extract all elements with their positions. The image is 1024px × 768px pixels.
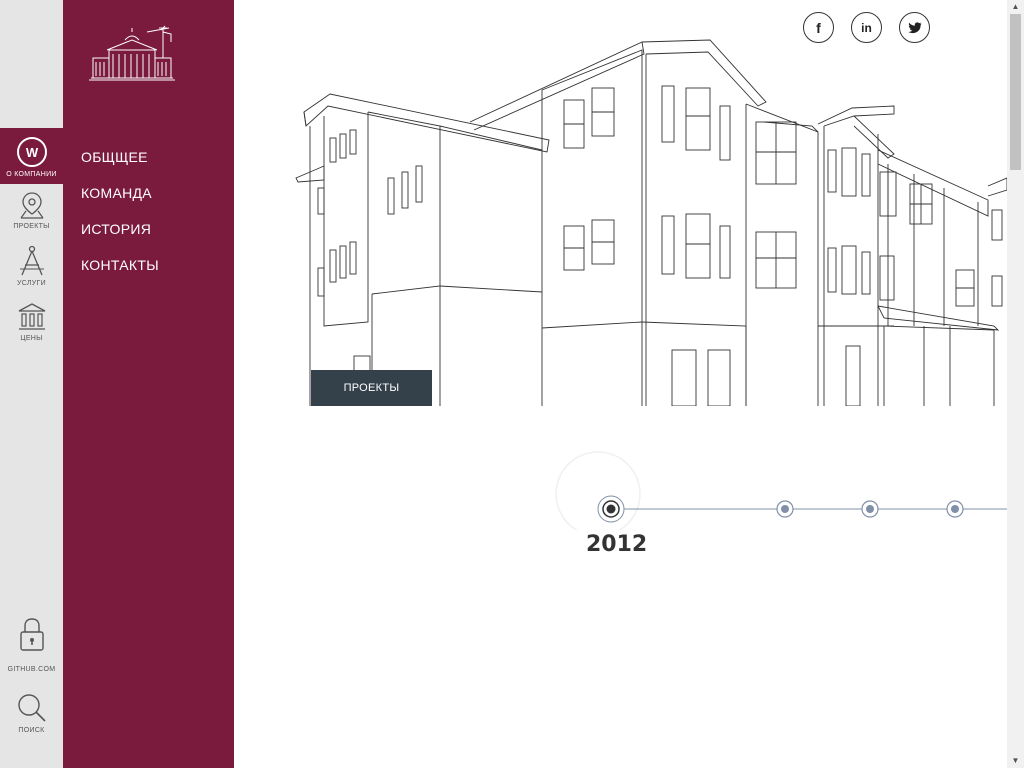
company-logo-icon: W: [16, 137, 47, 167]
main-content: f in ПРОЕКТЫ 2012: [234, 0, 1007, 768]
rail-item-github[interactable]: GITHUB.COM: [0, 616, 63, 682]
rail-label-prices: ЦЕНЫ: [20, 335, 43, 342]
rail-item-services[interactable]: УСЛУГИ: [0, 245, 63, 295]
history-timeline: 2012: [234, 440, 1007, 570]
map-pin-icon: [20, 192, 43, 219]
rail-item-projects[interactable]: ПРОЕКТЫ: [0, 190, 63, 240]
building-illustration: [295, 39, 1007, 406]
timeline-dot-active[interactable]: [597, 495, 625, 523]
building-logo-icon: [89, 25, 175, 81]
rail-label-projects: ПРОЕКТЫ: [13, 223, 50, 230]
timeline-dot[interactable]: [946, 500, 964, 518]
scroll-down-arrow-icon[interactable]: ▼: [1007, 754, 1024, 768]
rail-label-search: ПОИСК: [18, 727, 45, 734]
page-scrollbar[interactable]: ▲ ▼: [1007, 0, 1024, 768]
scrollbar-thumb[interactable]: [1010, 14, 1021, 170]
compass-tool-icon: [19, 245, 44, 276]
lock-icon: [19, 618, 44, 651]
menu-item-general[interactable]: ОБЩЩЕЕ: [81, 148, 159, 184]
rail-item-search[interactable]: ПОИСК: [0, 692, 63, 742]
scroll-up-arrow-icon[interactable]: ▲: [1007, 0, 1024, 14]
site-logo[interactable]: [87, 24, 177, 91]
rail-label-about: О КОМПАНИИ: [6, 171, 57, 178]
menu-item-contacts[interactable]: КОНТАКТЫ: [81, 256, 159, 292]
menu-item-history[interactable]: ИСТОРИЯ: [81, 220, 159, 256]
search-icon: [17, 694, 46, 722]
timeline-dot[interactable]: [776, 500, 794, 518]
projects-button[interactable]: ПРОЕКТЫ: [311, 370, 432, 406]
rail-label-services: УСЛУГИ: [17, 280, 46, 287]
rail-label-github: GITHUB.COM: [7, 666, 56, 673]
rail-item-prices[interactable]: ЦЕНЫ: [0, 302, 63, 352]
rail-logo-letter: W: [25, 145, 38, 160]
side-menu: ОБЩЩЕЕ КОМАНДА ИСТОРИЯ КОНТАКТЫ: [63, 0, 234, 768]
timeline-year-label: 2012: [586, 532, 648, 557]
bank-building-icon: [18, 303, 45, 330]
timeline-dot[interactable]: [861, 500, 879, 518]
timeline-track: [555, 451, 1007, 530]
icon-rail: W О КОМПАНИИ ПРОЕКТЫ УСЛУГИ ЦЕНЫ GITHUB.…: [0, 0, 63, 768]
menu-list: ОБЩЩЕЕ КОМАНДА ИСТОРИЯ КОНТАКТЫ: [81, 148, 159, 292]
menu-item-team[interactable]: КОМАНДА: [81, 184, 159, 220]
rail-item-about[interactable]: W О КОМПАНИИ: [0, 128, 63, 184]
